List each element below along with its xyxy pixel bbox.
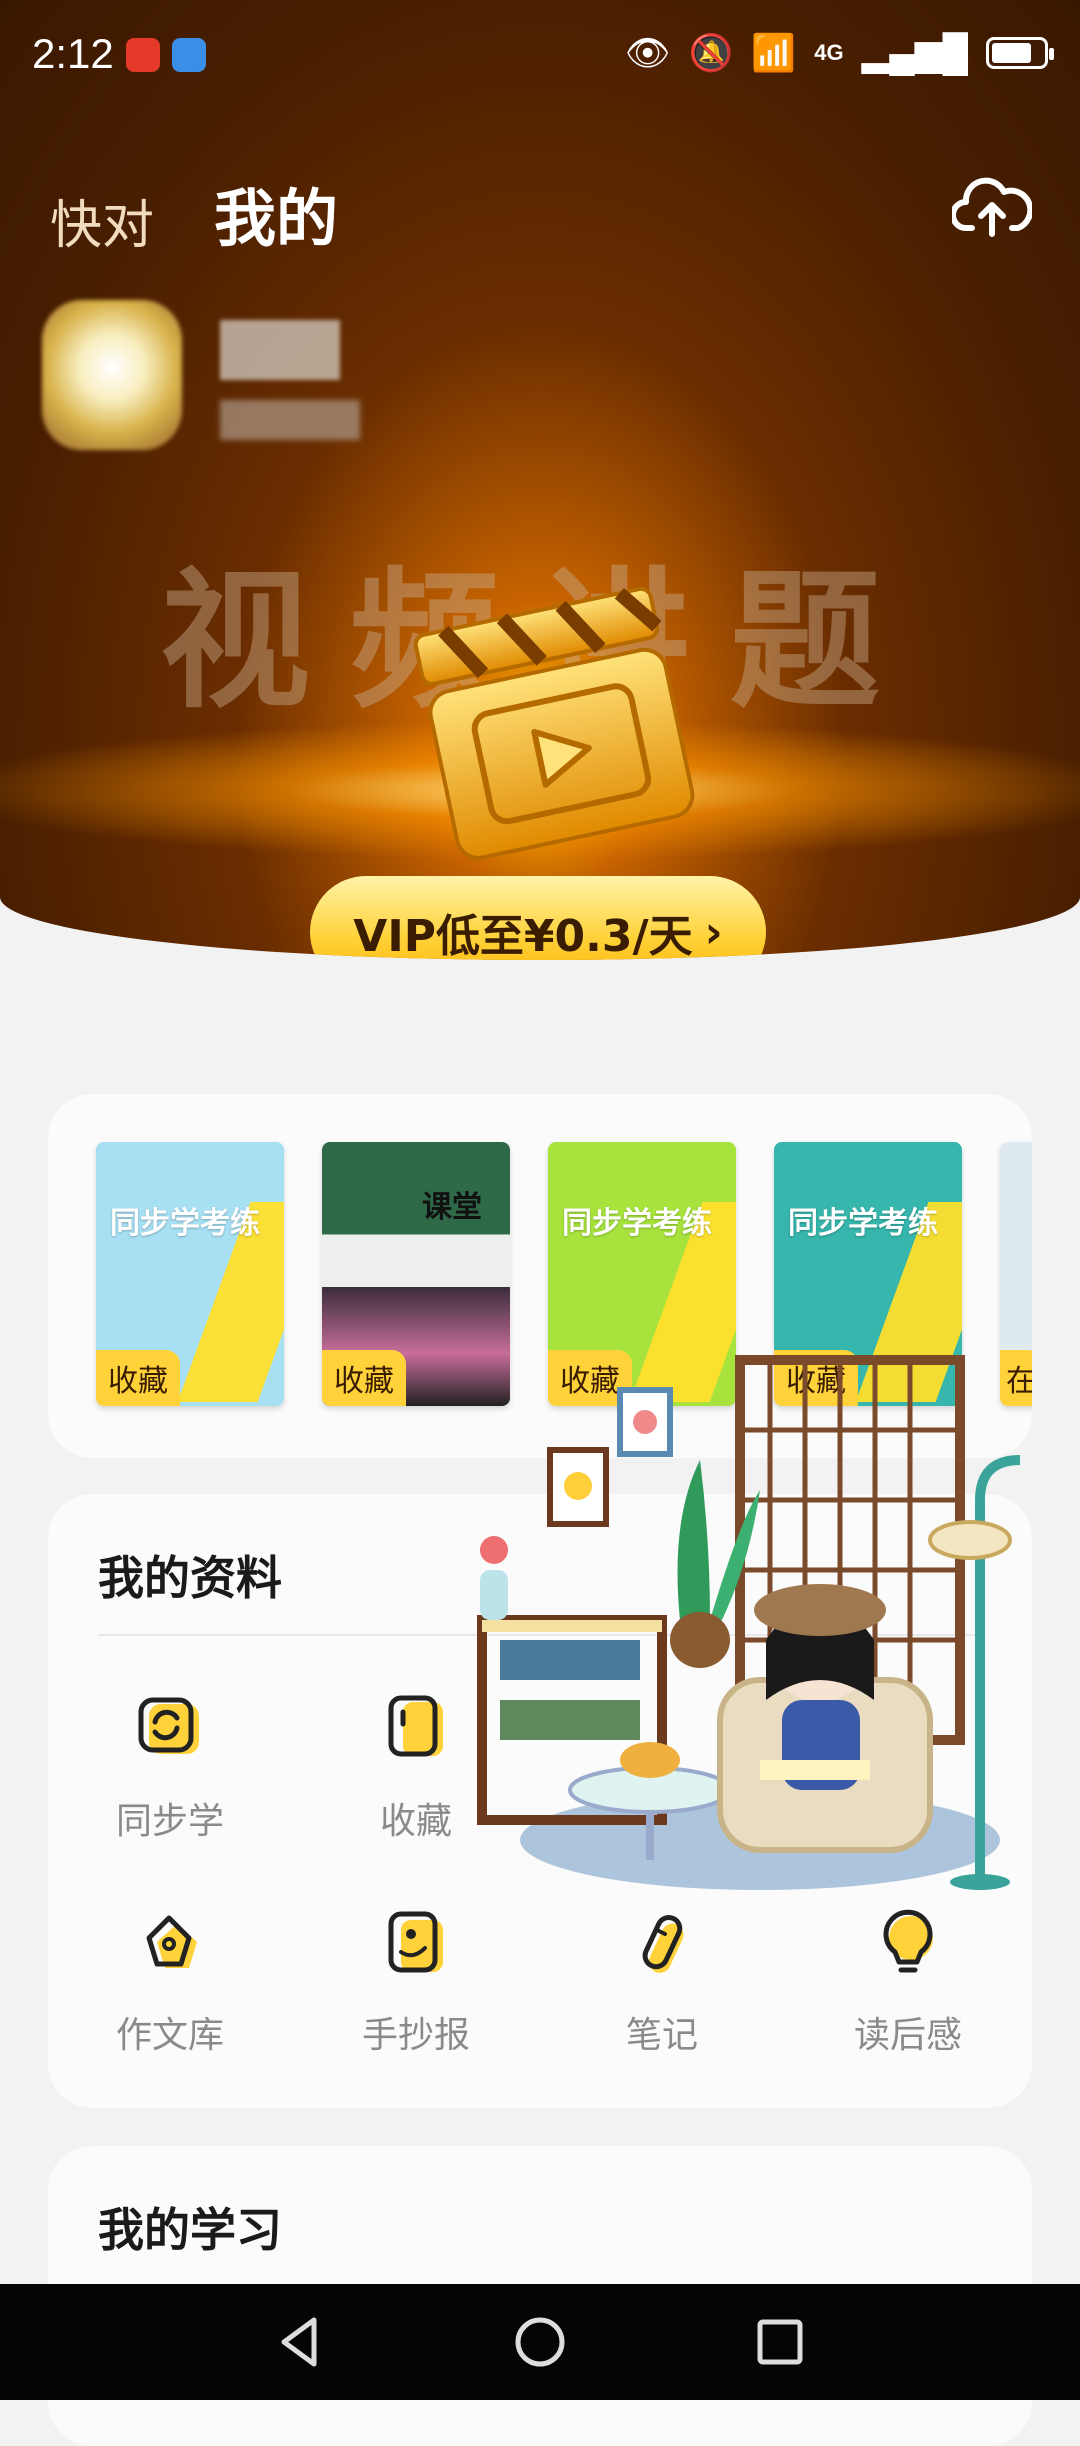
eye-icon: 👁 [624, 32, 671, 73]
materials-item-poster[interactable]: 手抄报 [316, 1908, 516, 2058]
materials-item-label: 作文库 [115, 2015, 224, 2056]
battery-icon [986, 37, 1054, 69]
top-tabs: 快对 我的 [50, 168, 338, 258]
vip-promo-label: VIP低至¥0.3/天 [353, 911, 693, 960]
chevron-right-icon: › [704, 906, 723, 958]
video-clapper-icon [413, 586, 695, 860]
status-time: 2:12 [32, 30, 114, 77]
user-subtitle-blurred [220, 400, 360, 440]
poster-icon [388, 1911, 443, 1973]
notification-app-icon [126, 38, 160, 72]
book-badge: 收藏 [322, 1350, 406, 1406]
cloud-upload-icon[interactable] [952, 170, 1032, 240]
tab-mine[interactable]: 我的 [214, 168, 338, 258]
pencil-icon [642, 1914, 684, 1973]
room-decoration-illustration[interactable] [460, 1320, 1060, 1900]
avatar[interactable] [42, 300, 182, 450]
book-item[interactable]: 同步学考练 收藏 [96, 1142, 284, 1406]
book-title: 课堂 [422, 1190, 482, 1225]
study-title: 我的学习 [98, 2203, 282, 2257]
materials-item-sync[interactable]: 同步学 [70, 1694, 270, 1844]
bookmark-icon [388, 1695, 443, 1757]
book-badge: 收藏 [96, 1350, 180, 1406]
home-icon[interactable] [510, 2312, 570, 2372]
tab-kuaidui[interactable]: 快对 [50, 183, 154, 258]
bulb-icon [883, 1909, 933, 1973]
book-title: 同步学考练 [788, 1206, 938, 1241]
materials-item-label: 读后感 [853, 2015, 962, 2056]
materials-item-essay[interactable]: 作文库 [70, 1908, 270, 2058]
materials-item-label: 手抄报 [361, 2015, 470, 2056]
hero-banner: 2:12 👁 🔕 📶 4G ▂▄▆█ 快对 我的 视频讲题 [0, 0, 1080, 960]
book-title: 同步学考练 [562, 1206, 712, 1241]
materials-item-review[interactable]: 读后感 [808, 1908, 1008, 2058]
sync-icon [138, 1697, 199, 1754]
status-bar: 2:12 👁 🔕 📶 4G ▂▄▆█ [0, 0, 1080, 110]
signal-icon: ▂▄▆█ [861, 32, 968, 73]
vip-promo-button[interactable]: VIP低至¥0.3/天 › [310, 876, 766, 960]
status-icons: 👁 🔕 📶 4G ▂▄▆█ [624, 32, 1054, 74]
network-label: 4G [814, 40, 844, 65]
wifi-icon: 📶 [751, 32, 797, 73]
materials-title: 我的资料 [98, 1551, 282, 1605]
username-blurred [220, 320, 340, 380]
book-title: 同步学考练 [110, 1206, 260, 1241]
system-nav-bar [0, 2284, 1080, 2400]
notification-weather-icon [172, 38, 206, 72]
materials-item-notes[interactable]: 笔记 [562, 1908, 762, 2058]
mute-icon: 🔕 [688, 32, 734, 73]
back-icon[interactable] [270, 2312, 330, 2372]
pen-nib-icon [146, 1915, 197, 1968]
materials-item-label: 同步学 [115, 1801, 224, 1842]
recents-icon[interactable] [750, 2312, 810, 2372]
materials-item-label: 笔记 [625, 2015, 698, 2056]
